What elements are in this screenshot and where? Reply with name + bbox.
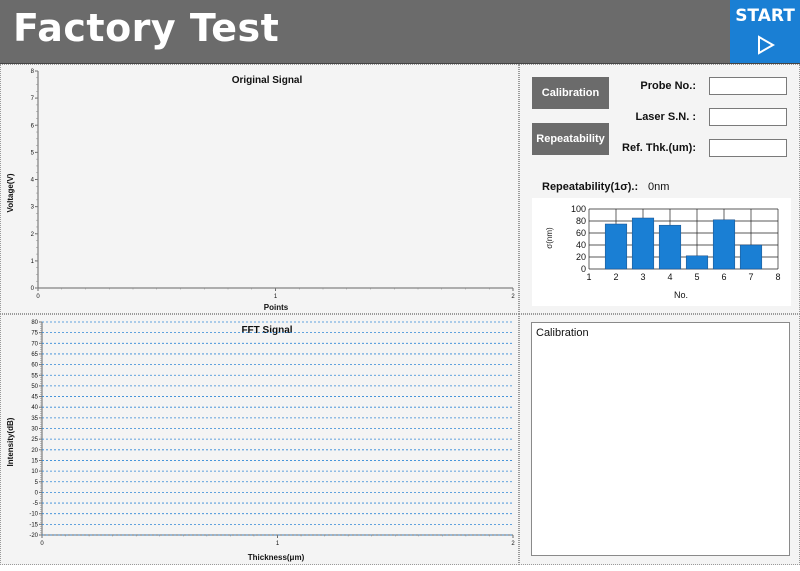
y-tick-label: 80	[31, 320, 38, 326]
y-tick-label: -20	[29, 533, 38, 539]
y-tick-label: 40	[31, 405, 38, 411]
log-textbox[interactable]: Calibration	[531, 322, 790, 556]
y-tick-label: 1	[31, 259, 35, 265]
x-tick-label: 2	[613, 272, 618, 282]
bar	[712, 219, 736, 270]
y-tick-label: 0	[35, 490, 39, 496]
y-tick-label: 10	[31, 469, 38, 475]
y-tick-label: 45	[31, 395, 38, 401]
probe-no-field[interactable]	[709, 77, 787, 95]
laser-sn-field[interactable]	[709, 108, 787, 126]
x-tick-label: 6	[721, 272, 726, 282]
x-axis-label: No.	[674, 290, 688, 300]
calibration-button[interactable]: Calibration	[532, 77, 609, 109]
play-triangle-icon	[758, 35, 775, 55]
y-tick-label: 55	[31, 373, 38, 379]
x-tick-label: 3	[640, 272, 645, 282]
y-tick-label: 0	[31, 286, 35, 292]
y-tick-label: 30	[31, 427, 38, 433]
control-panel: Calibration Repeatability Probe No.: Las…	[519, 64, 800, 314]
fft-signal-panel: FFT Signal Intensity(dB) Thickness(μm) -…	[0, 314, 519, 565]
app-title: Factory Test	[13, 6, 280, 50]
x-tick-label: 8	[775, 272, 780, 282]
y-tick-label: 75	[31, 331, 38, 337]
x-tick-label: 2	[511, 294, 515, 300]
y-tick-label: 60	[576, 228, 586, 238]
x-tick-label: 5	[694, 272, 699, 282]
y-tick-label: 5	[31, 150, 35, 156]
laser-sn-label: Laser S.N. :	[635, 111, 696, 123]
x-axis-label: Thickness(μm)	[248, 553, 305, 562]
y-tick-label: 7	[31, 96, 35, 102]
fft-signal-chart: FFT Signal Intensity(dB) Thickness(μm) -…	[6, 320, 515, 562]
y-tick-label: 0	[581, 264, 586, 274]
original-signal-chart: Original Signal Voltage(V) Points 0 1 2 3 4 5…	[6, 69, 515, 312]
start-button-label: START	[735, 6, 795, 26]
y-tick-label: 65	[31, 352, 38, 358]
x-tick-label: 1	[276, 541, 280, 547]
y-tick-label: -10	[29, 512, 38, 518]
y-tick-label: 40	[576, 240, 586, 250]
bar	[739, 244, 763, 270]
bar	[604, 223, 628, 270]
y-tick-label: -15	[29, 522, 38, 528]
y-axis-label: Voltage(V)	[6, 173, 15, 212]
repeatability-button[interactable]: Repeatability	[532, 123, 609, 155]
y-tick-label: 2	[31, 232, 35, 238]
x-tick-label: 2	[511, 541, 515, 547]
y-tick-label: 5	[35, 480, 39, 486]
y-tick-label: 100	[571, 204, 586, 214]
y-tick-label: 60	[31, 363, 38, 369]
chart-title: FFT Signal	[241, 325, 292, 336]
x-axis-label: Points	[264, 303, 289, 312]
x-tick-label: 0	[40, 541, 44, 547]
ref-thk-label: Ref. Thk.(um):	[622, 142, 696, 154]
y-tick-label: 3	[31, 205, 35, 211]
log-text: Calibration	[536, 327, 589, 339]
y-axis-label: σ(nm)	[545, 227, 554, 249]
header-bar: Factory Test START	[0, 0, 800, 64]
y-tick-label: 8	[31, 69, 35, 75]
x-tick-label: 7	[748, 272, 753, 282]
y-tick-label: 70	[31, 341, 38, 347]
y-tick-label: 20	[31, 448, 38, 454]
probe-no-label: Probe No.:	[640, 80, 696, 92]
log-panel: Calibration	[519, 314, 800, 565]
x-tick-label: 1	[586, 272, 591, 282]
x-tick-label: 0	[36, 294, 40, 300]
y-tick-label: 35	[31, 416, 38, 422]
y-tick-label: 50	[31, 384, 38, 390]
repeatability-chart: σ(nm) No. 0 20 40 60 80 100 1 2 3 4 5 6 7 8	[532, 198, 791, 306]
x-tick-label: 1	[274, 294, 278, 300]
bar	[631, 217, 655, 270]
y-tick-label: 25	[31, 437, 38, 443]
repeatability-label: Repeatability(1σ).:	[542, 181, 639, 193]
bar	[685, 255, 709, 270]
original-signal-panel: Original Signal Voltage(V) Points 0 1 2 3 4 5…	[0, 64, 519, 314]
start-button[interactable]: START	[730, 0, 800, 63]
y-tick-label: 80	[576, 216, 586, 226]
y-tick-label: 15	[31, 458, 38, 464]
y-tick-label: -5	[33, 501, 39, 507]
y-tick-label: 6	[31, 123, 35, 129]
x-tick-label: 4	[667, 272, 672, 282]
ref-thk-field[interactable]	[709, 139, 787, 157]
bar	[658, 224, 682, 270]
y-tick-label: 20	[576, 252, 586, 262]
y-axis-label: Intensity(dB)	[6, 417, 15, 466]
chart-title: Original Signal	[232, 75, 303, 86]
y-tick-label: 4	[31, 178, 35, 184]
repeatability-value: 0nm	[648, 181, 670, 193]
